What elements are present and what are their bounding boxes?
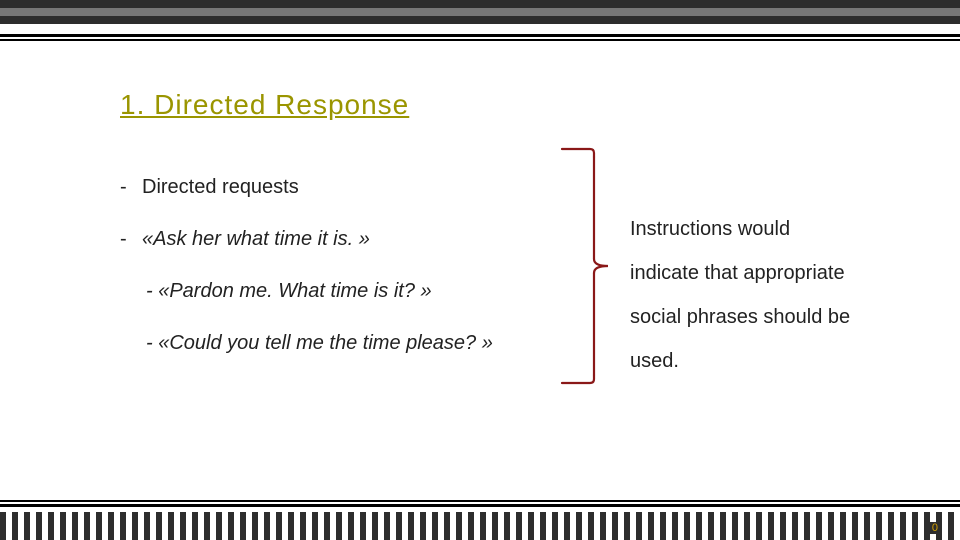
- bullet-dash: -: [120, 161, 142, 213]
- explanatory-text: Instructions would indicate that appropr…: [630, 207, 860, 383]
- slide-heading: 1. Directed Response: [120, 89, 409, 121]
- bullet-dash: -: [120, 213, 142, 265]
- bullet-item: - «Ask her what time it is. »: [120, 213, 580, 265]
- top-rule: [0, 34, 960, 41]
- bottom-decoration: 0: [0, 500, 960, 540]
- curly-bracket-icon: [560, 141, 628, 391]
- bullet-subitem: - «Could you tell me the time please? »: [120, 317, 580, 369]
- bottom-rule: [0, 500, 960, 507]
- page-number: 0: [930, 522, 940, 534]
- bullet-list: - Directed requests - «Ask her what time…: [120, 161, 580, 369]
- bullet-subitem: - «Pardon me. What time is it? »: [120, 265, 580, 317]
- bullet-text: - «Pardon me. What time is it? »: [146, 265, 432, 317]
- bullet-item: - Directed requests: [120, 161, 580, 213]
- slide-body: 1. Directed Response - Directed requests…: [0, 41, 960, 500]
- bullet-text: - «Could you tell me the time please? »: [146, 317, 493, 369]
- bullet-text: «Ask her what time it is. »: [142, 213, 370, 265]
- top-decoration-bar: [0, 0, 960, 24]
- bullet-text: Directed requests: [142, 161, 299, 213]
- bottom-stripe-bar: 0: [0, 512, 960, 540]
